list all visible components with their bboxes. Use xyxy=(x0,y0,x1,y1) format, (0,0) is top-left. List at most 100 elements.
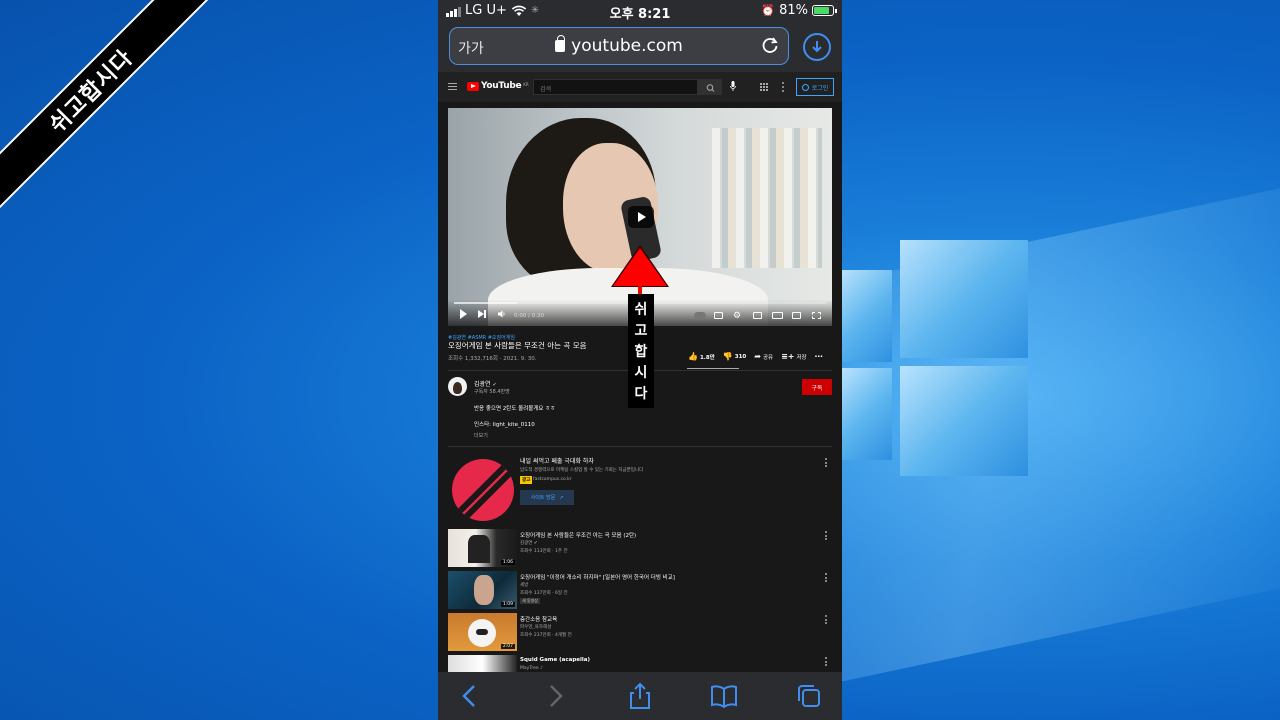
bookmarks-icon[interactable] xyxy=(710,682,738,710)
subtitles-icon[interactable] xyxy=(714,312,723,319)
ad-logo[interactable] xyxy=(452,459,514,521)
vertical-label-char: 시 xyxy=(634,365,648,382)
volume-icon[interactable] xyxy=(498,310,506,318)
thumbs-down-icon: 👎 xyxy=(722,352,733,361)
external-link-icon: ↗ xyxy=(559,494,564,501)
video-thumbnail[interactable]: 2:07 xyxy=(448,613,517,651)
windows-logo-pane xyxy=(900,240,1028,358)
youtube-region: KR xyxy=(523,81,529,87)
kebab-menu-icon[interactable] xyxy=(825,657,827,668)
visit-site-button[interactable]: 사이트 방문 ↗ xyxy=(520,490,574,505)
tabs-icon[interactable] xyxy=(795,682,823,710)
theater-mode-icon[interactable] xyxy=(772,312,783,319)
red-pointer-arrow-icon xyxy=(613,248,667,286)
related-channel: 김광연 ✔ xyxy=(520,540,538,546)
vertical-label-char: 고 xyxy=(634,322,648,339)
reload-icon[interactable] xyxy=(760,35,780,55)
channel-avatar[interactable] xyxy=(448,377,467,396)
share-button[interactable]: ➦ 공유 xyxy=(754,352,773,361)
like-button[interactable]: 👍 1.8만 xyxy=(688,352,715,361)
ad-title[interactable]: 내일 써먹고 페출 극대화 하자 xyxy=(520,456,594,465)
autoplay-toggle[interactable] xyxy=(694,312,706,319)
video-meta: 조회수 1,332,716회 · 2021. 9. 30. xyxy=(448,356,537,362)
related-video[interactable]: 1:06 오징어게임 본 사람들은 무조건 아는 곡 모음 (2탄) 김광연 ✔… xyxy=(448,529,832,567)
save-label: 저장 xyxy=(796,354,807,361)
video-thumbnail[interactable]: 1:09 xyxy=(448,571,517,609)
fullscreen-icon[interactable] xyxy=(812,312,821,319)
related-title: 오징어게임 본 사람들은 무조건 아는 곡 모음 (2탄) xyxy=(520,533,637,539)
youtube-play-icon xyxy=(467,81,479,91)
video-duration: 2:07 xyxy=(500,644,515,649)
related-video[interactable]: Squid Game (acapella) MayTree ♪ xyxy=(448,655,832,672)
related-title: Squid Game (acapella) xyxy=(520,657,591,663)
downloads-button[interactable] xyxy=(803,33,831,61)
add-to-playlist-icon: ≡+ xyxy=(781,352,795,361)
youtube-search-button[interactable] xyxy=(697,79,722,95)
youtube-logo[interactable]: YouTube KR xyxy=(467,81,529,91)
save-button[interactable]: ≡+ 저장 xyxy=(781,352,807,361)
menu-icon[interactable] xyxy=(448,83,457,90)
kebab-menu-icon[interactable] xyxy=(825,458,827,469)
windows-logo-pane xyxy=(842,270,892,362)
login-label: 로그인 xyxy=(811,84,829,92)
buffered-bar xyxy=(454,302,518,304)
related-channel: 파우엉_육하해설 xyxy=(520,625,552,630)
related-meta: 조회수 137만회 · 6일 전 xyxy=(520,591,568,596)
microphone-icon[interactable] xyxy=(730,81,736,91)
back-icon[interactable] xyxy=(456,682,484,710)
kebab-menu-icon[interactable] xyxy=(825,573,827,584)
visit-site-label: 사이트 방문 xyxy=(530,495,556,501)
play-bezel-icon[interactable] xyxy=(628,206,654,228)
player-time: 0:00 / 0:30 xyxy=(514,313,545,319)
kebab-menu-icon[interactable] xyxy=(825,615,827,626)
url-text: youtube.com xyxy=(571,36,683,56)
share-arrow-icon: ➦ xyxy=(754,352,761,361)
channel-name[interactable]: 김광연 ✔ xyxy=(474,379,497,388)
windows-logo xyxy=(842,240,1028,480)
search-icon xyxy=(706,84,715,92)
related-video[interactable]: 1:09 오징어게임 "이정어 개소리 하지마" [일본어 영어 한국어 더빙 … xyxy=(448,571,832,609)
forward-icon[interactable] xyxy=(541,682,569,710)
miniplayer-icon[interactable] xyxy=(753,312,762,319)
divider xyxy=(448,446,832,447)
cast-icon[interactable] xyxy=(792,312,801,319)
video-thumbnail[interactable] xyxy=(448,655,517,672)
vertical-label-char: 합 xyxy=(634,343,648,360)
play-icon[interactable] xyxy=(460,309,467,319)
kebab-menu-icon[interactable] xyxy=(825,531,827,542)
related-video[interactable]: 2:07 층간소음 참교육 파우엉_육하해설 조회수 237만회 · 4개월 전 xyxy=(448,613,832,651)
youtube-masthead: YouTube KR 검색 로그인 xyxy=(438,72,842,102)
battery-percent: 81% xyxy=(779,3,808,18)
more-actions-icon[interactable]: ⋯ xyxy=(815,352,823,361)
youtube-wordmark: YouTube xyxy=(481,81,522,91)
next-icon[interactable] xyxy=(478,310,486,318)
youtube-search-input[interactable]: 검색 xyxy=(533,79,698,95)
settings-gear-icon[interactable]: ⚙ xyxy=(733,311,741,321)
related-title: 층간소음 참교육 xyxy=(520,617,558,623)
vertical-label-char: 쉬 xyxy=(634,301,648,318)
related-title: 오징어게임 "이정어 개소리 하지마" [일본어 영어 한국어 더빙 비교] xyxy=(520,575,675,581)
related-meta: 조회수 237만회 · 4개월 전 xyxy=(520,633,572,638)
subscriber-count: 구독자 58.4만명 xyxy=(474,389,510,395)
show-more-link[interactable]: 더보기 xyxy=(474,432,488,439)
ribbon-text: 쉬고합시다 xyxy=(0,0,218,218)
video-title: 오징어게임 본 사람들은 무조건 아는 곡 모음 xyxy=(448,341,587,350)
dislike-count: 310 xyxy=(734,353,747,360)
pointer-arrow-stem xyxy=(638,286,642,294)
channel-name-text: 김광연 xyxy=(474,381,491,388)
description-line: 인스타: light_kite_0110 xyxy=(474,422,535,428)
ad-domain: fastcampus.co.kr xyxy=(533,477,572,482)
more-options-icon[interactable] xyxy=(782,82,784,92)
video-thumbnail[interactable]: 1:06 xyxy=(448,529,517,567)
subscribe-button[interactable]: 구독 xyxy=(802,379,832,395)
vertical-overlay-label: 쉬 고 합 시 다 xyxy=(628,294,654,408)
share-icon[interactable] xyxy=(626,682,654,710)
login-button[interactable]: 로그인 xyxy=(796,78,834,96)
dislike-button[interactable]: 👎 310 xyxy=(723,352,746,361)
address-bar[interactable]: 가가 youtube.com xyxy=(449,27,789,65)
apps-grid-icon[interactable] xyxy=(760,83,768,91)
windows-logo-pane xyxy=(900,366,1028,476)
video-duration: 1:09 xyxy=(500,602,515,607)
video-actions: 👍 1.8만 👎 310 ➦ 공유 ≡+ 저장 ⋯ xyxy=(688,352,823,361)
windows-logo-pane xyxy=(842,368,892,460)
